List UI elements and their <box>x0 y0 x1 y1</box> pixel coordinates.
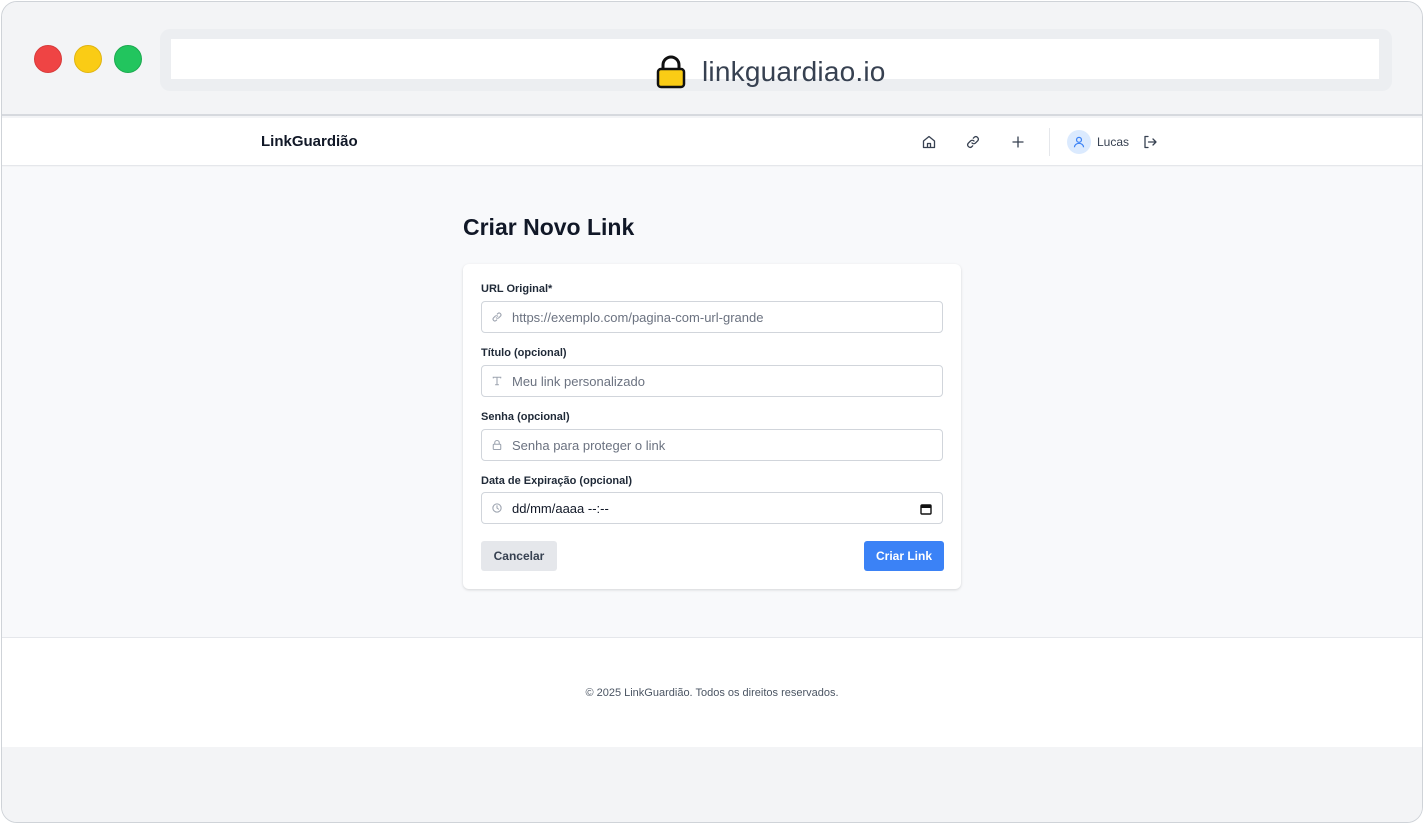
logout-icon[interactable] <box>1140 132 1160 152</box>
create-link-form: URL Original* https://exemplo.com/pagina… <box>463 264 961 589</box>
app-navbar: LinkGuardião Lucas <box>2 118 1422 166</box>
address-url[interactable]: linkguardiao.io <box>702 56 886 88</box>
expiry-value: dd/mm/aaaa --:-- <box>512 500 609 516</box>
nav-divider <box>1049 128 1050 156</box>
plus-icon[interactable] <box>1008 132 1028 152</box>
password-placeholder: Senha para proteger o link <box>512 437 666 453</box>
lock-icon <box>490 438 504 452</box>
address-content: linkguardiao.io <box>656 54 886 90</box>
title-label: Título (opcional) <box>481 347 567 359</box>
link-icon[interactable] <box>963 132 983 152</box>
main-content: Criar Novo Link URL Original* https://ex… <box>2 167 1422 637</box>
browser-chrome: linkguardiao.io <box>2 2 1422 116</box>
page-background <box>2 747 1422 822</box>
password-input[interactable]: Senha para proteger o link <box>481 429 943 461</box>
title-input[interactable]: Meu link personalizado <box>481 365 943 397</box>
create-link-button[interactable]: Criar Link <box>864 541 944 571</box>
text-icon <box>490 374 504 388</box>
clock-icon <box>490 501 504 515</box>
minimize-window-button[interactable] <box>74 45 102 73</box>
footer-copyright: © 2025 LinkGuardião. Todos os direitos r… <box>585 687 839 699</box>
avatar[interactable] <box>1067 130 1091 154</box>
title-placeholder: Meu link personalizado <box>512 373 645 389</box>
home-icon[interactable] <box>919 132 939 152</box>
cancel-button[interactable]: Cancelar <box>481 541 557 571</box>
calendar-icon[interactable] <box>920 502 932 515</box>
user-name[interactable]: Lucas <box>1097 135 1129 149</box>
url-label: URL Original* <box>481 283 553 295</box>
url-placeholder: https://exemplo.com/pagina-com-url-grand… <box>512 309 764 325</box>
page-title: Criar Novo Link <box>463 214 635 240</box>
maximize-window-button[interactable] <box>114 45 142 73</box>
browser-window: linkguardiao.io LinkGuardião Lucas Criar… <box>1 1 1423 823</box>
expiry-date-input[interactable]: dd/mm/aaaa --:-- <box>481 492 943 524</box>
brand-logo[interactable]: LinkGuardião <box>261 133 358 150</box>
lock-icon <box>656 55 686 89</box>
link-icon <box>490 310 504 324</box>
expiry-label: Data de Expiração (opcional) <box>481 475 632 487</box>
footer: © 2025 LinkGuardião. Todos os direitos r… <box>2 637 1422 747</box>
password-label: Senha (opcional) <box>481 411 570 423</box>
url-input[interactable]: https://exemplo.com/pagina-com-url-grand… <box>481 301 943 333</box>
close-window-button[interactable] <box>34 45 62 73</box>
